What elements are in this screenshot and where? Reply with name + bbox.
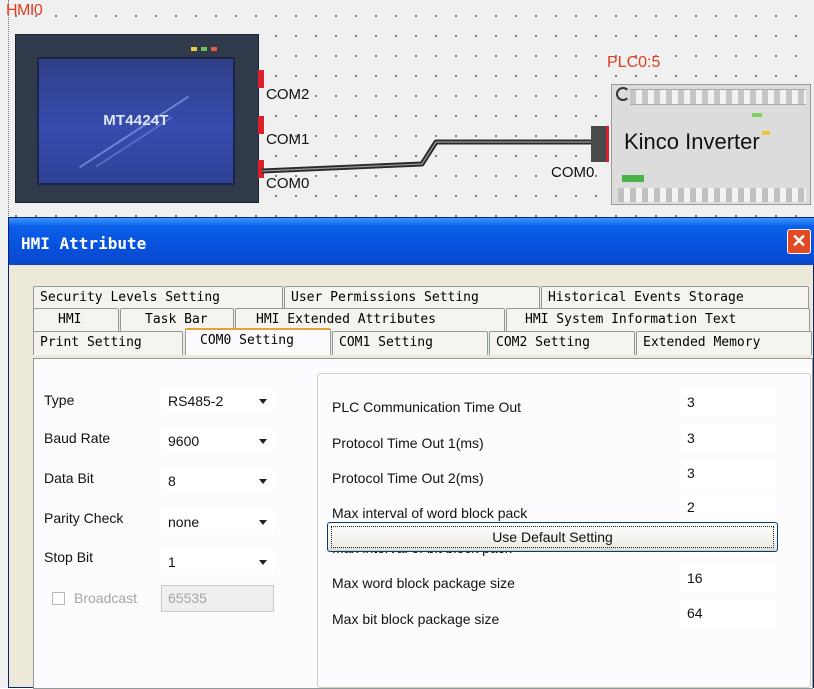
parity-check-select[interactable]: none xyxy=(161,509,274,534)
chevron-down-icon xyxy=(259,560,267,565)
tab-strip: Security Levels Setting User Permissions… xyxy=(9,268,814,363)
tab-historical-events[interactable]: Historical Events Storage xyxy=(541,286,809,310)
tab-user-permissions[interactable]: User Permissions Setting xyxy=(284,286,540,310)
field-value: 2 xyxy=(687,499,695,515)
broadcast-address-field: 65535 xyxy=(161,585,274,612)
data-bit-label: Data Bit xyxy=(44,470,94,486)
plc-terminal-strip xyxy=(630,89,806,105)
field-value: 16 xyxy=(687,570,703,586)
field-label: Protocol Time Out 1(ms) xyxy=(332,435,484,451)
tab-com1-setting[interactable]: COM1 Setting xyxy=(332,331,488,355)
plc-terminal-strip xyxy=(618,188,806,202)
plc-led-green xyxy=(752,113,762,117)
stop-bit-label: Stop Bit xyxy=(44,549,94,565)
chevron-down-icon xyxy=(259,439,267,444)
plc-device[interactable]: Kinco Inverter xyxy=(611,84,811,205)
field-label: PLC Communication Time Out xyxy=(332,399,522,415)
use-default-setting-button[interactable]: Use Default Setting xyxy=(327,522,778,552)
chevron-down-icon xyxy=(259,399,267,404)
hmi-attribute-dialog: HMI Attribute ✕ Security Levels Setting … xyxy=(8,217,814,689)
bit-package-size-input[interactable]: 64 xyxy=(680,600,776,627)
tab-hmi-system-info[interactable]: HMI System Information Text xyxy=(506,308,810,332)
stop-bit-value: 1 xyxy=(168,554,176,570)
default-button-label: Use Default Setting xyxy=(492,529,613,545)
data-bit-value: 8 xyxy=(168,473,176,489)
baud-rate-select[interactable]: 9600 xyxy=(161,428,274,453)
tab-hmi[interactable]: HMI xyxy=(33,308,119,332)
field-label: Max bit block package size xyxy=(332,611,500,627)
plc-led-yellow xyxy=(762,131,770,135)
field-label: Protocol Time Out 2(ms) xyxy=(332,470,484,486)
field-value: 64 xyxy=(687,605,703,621)
stop-bit-select[interactable]: 1 xyxy=(161,549,274,574)
type-label: Type xyxy=(44,392,75,408)
chevron-down-icon xyxy=(259,520,267,525)
word-interval-input[interactable]: 2 xyxy=(680,494,776,521)
broadcast-address-value: 65535 xyxy=(168,590,207,606)
tab-print-setting[interactable]: Print Setting xyxy=(33,331,183,355)
field-value: 3 xyxy=(687,394,695,410)
plc-port-com0[interactable] xyxy=(591,126,609,162)
chevron-down-icon xyxy=(259,479,267,484)
broadcast-label: Broadcast xyxy=(74,590,138,606)
parity-check-label: Parity Check xyxy=(44,510,124,526)
plc-name-label: PLC0:5 xyxy=(607,54,661,71)
close-icon: ✕ xyxy=(791,231,807,251)
plc-terminal-green xyxy=(622,175,644,182)
type-value: RS485-2 xyxy=(168,393,224,409)
protocol-timeout1-input[interactable]: 3 xyxy=(680,425,776,452)
broadcast-checkbox[interactable] xyxy=(52,592,65,605)
power-icon xyxy=(616,87,630,101)
baud-rate-value: 9600 xyxy=(168,433,200,449)
plc-brand-label: Kinco Inverter xyxy=(624,129,760,154)
tab-com2-setting[interactable]: COM2 Setting xyxy=(489,331,635,355)
protocol-timeout2-input[interactable]: 3 xyxy=(680,460,776,487)
baud-rate-label: Baud Rate xyxy=(44,430,111,446)
data-bit-select[interactable]: 8 xyxy=(161,468,274,493)
field-label: Max interval of word block pack xyxy=(332,505,528,521)
dialog-title: HMI Attribute xyxy=(21,234,147,253)
tab-security-levels[interactable]: Security Levels Setting xyxy=(33,286,283,310)
word-package-size-input[interactable]: 16 xyxy=(680,565,776,592)
type-select[interactable]: RS485-2 xyxy=(161,388,274,413)
parity-check-value: none xyxy=(168,514,200,530)
dialog-titlebar[interactable]: HMI Attribute ✕ xyxy=(9,218,814,265)
plc-timeout-input[interactable]: 3 xyxy=(680,389,776,416)
field-label: Max word block package size xyxy=(332,575,515,591)
field-value: 3 xyxy=(687,430,695,446)
plc-port-label: COM0 xyxy=(551,164,595,181)
close-button[interactable]: ✕ xyxy=(787,229,811,254)
tab-extended-memory[interactable]: Extended Memory xyxy=(636,331,812,355)
tab-com0-setting[interactable]: COM0 Setting xyxy=(185,328,331,355)
field-value: 3 xyxy=(687,465,695,481)
